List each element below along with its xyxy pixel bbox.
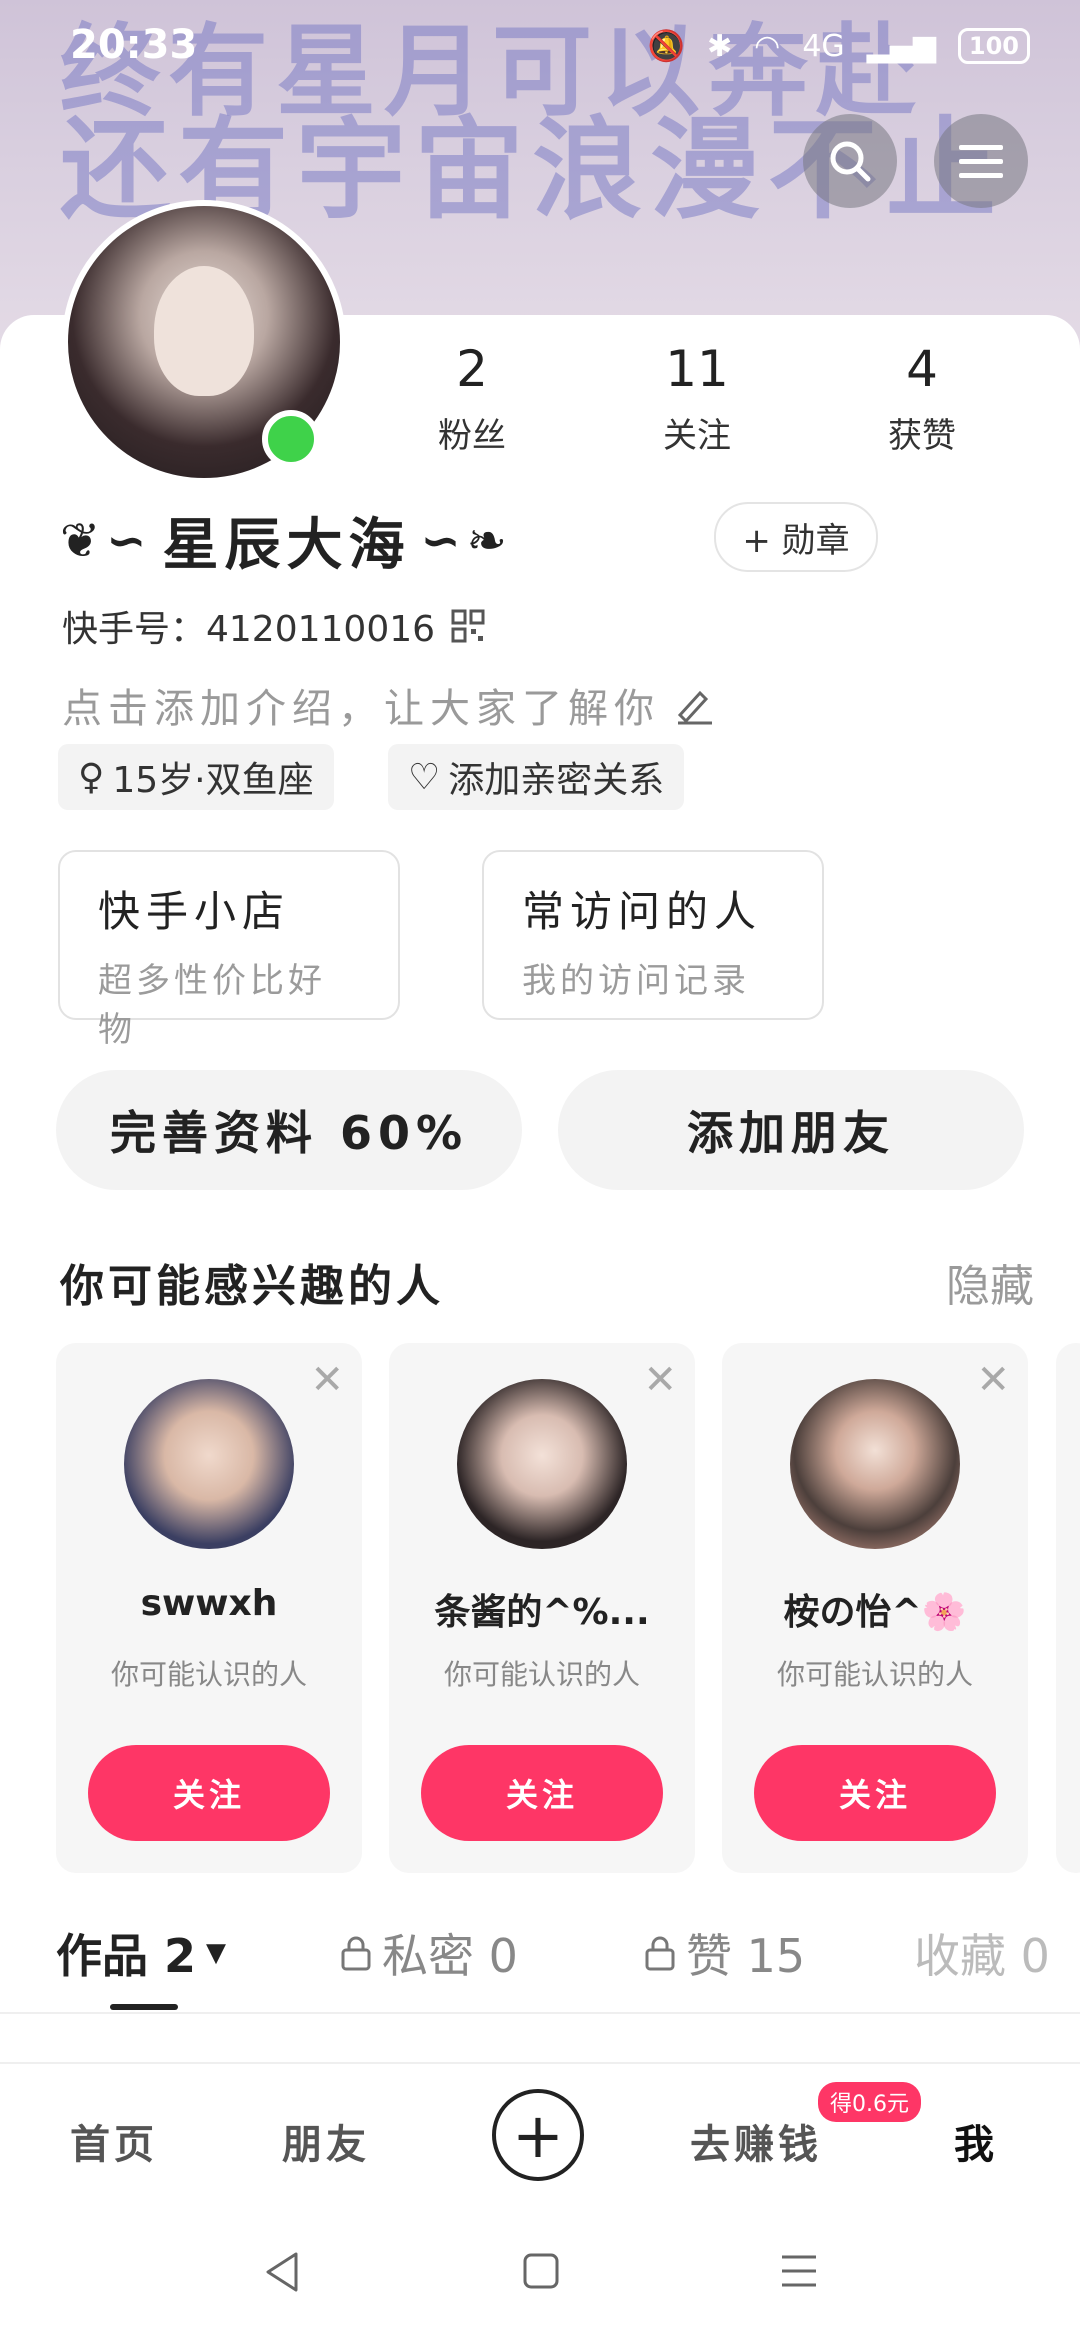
- mute-icon: 🔕: [647, 28, 685, 64]
- feature-title: 常访问的人: [522, 887, 763, 936]
- tab-label: 作品 2: [56, 1929, 197, 1983]
- lock-icon: [645, 1936, 675, 1971]
- stat-following[interactable]: 11 关注: [607, 340, 787, 457]
- stat-value: 4: [906, 340, 938, 398]
- tab-likes[interactable]: 赞 15: [644, 1920, 805, 1986]
- intro-placeholder: 点击添加介绍，让大家了解你: [62, 686, 660, 732]
- stat-value: 11: [665, 340, 729, 398]
- recommend-name: 条酱的^%...: [434, 1592, 650, 1633]
- close-icon[interactable]: ✕: [976, 1357, 1010, 1403]
- follow-button[interactable]: 关注: [754, 1745, 996, 1841]
- follow-button[interactable]: 关注: [88, 1745, 330, 1841]
- caret-down-icon: ▼: [206, 1938, 227, 1968]
- follow-button[interactable]: 关注: [421, 1745, 663, 1841]
- tab-favorites[interactable]: 收藏 0: [914, 1920, 1050, 1986]
- kuaishou-id-row[interactable]: 快手号：4120110016: [62, 600, 485, 652]
- tab-private[interactable]: 私密 0: [340, 1920, 518, 1986]
- tab-label: 收藏 0: [914, 1929, 1050, 1983]
- recommend-card[interactable]: ✕ swwxh 你可能认识的人 关注: [56, 1343, 362, 1873]
- stat-label: 获赞: [888, 416, 956, 456]
- intro-row[interactable]: 点击添加介绍，让大家了解你: [62, 676, 716, 734]
- stat-value: 2: [456, 340, 488, 398]
- recommend-avatar[interactable]: [457, 1379, 627, 1549]
- recommend-card[interactable]: ✕ 桉の怡^🌸 你可能认识的人 关注: [722, 1343, 1028, 1873]
- chip-label: 15岁·双鱼座: [112, 760, 314, 801]
- recommend-avatar[interactable]: [124, 1379, 294, 1549]
- gender-female-icon: ♀: [78, 756, 105, 798]
- earn-badge: 得0.6元: [818, 2082, 921, 2122]
- feature-subtitle: 超多性价比好物: [98, 961, 326, 1050]
- system-nav-bar: [0, 2212, 1080, 2340]
- kuaishou-shop-card[interactable]: 快手小店 超多性价比好物: [58, 850, 400, 1050]
- close-icon[interactable]: ✕: [643, 1357, 677, 1403]
- tab-label: 私密 0: [382, 1929, 518, 1983]
- search-button[interactable]: [803, 114, 897, 208]
- recents-icon[interactable]: [780, 2252, 818, 2290]
- recommend-card-partial[interactable]: [1056, 1343, 1080, 1873]
- recommend-desc: 你可能认识的人: [443, 1658, 640, 1691]
- network-label: 4G: [802, 28, 845, 64]
- lock-icon: [341, 1936, 371, 1971]
- nav-friends[interactable]: 朋友: [282, 2112, 370, 2170]
- decoration-right-icon: ∽❧: [420, 512, 513, 569]
- nav-me[interactable]: 我: [954, 2112, 998, 2170]
- feature-title: 快手小店: [98, 887, 291, 936]
- status-time: 20:33: [70, 22, 198, 68]
- kuaishou-id: 快手号：4120110016: [62, 609, 436, 650]
- chip-label: 添加亲密关系: [448, 760, 665, 801]
- recommend-avatar[interactable]: [790, 1379, 960, 1549]
- menu-icon: [959, 145, 1003, 178]
- recommend-desc: 你可能认识的人: [110, 1658, 307, 1691]
- nav-home[interactable]: 首页: [70, 2112, 158, 2170]
- nickname-row[interactable]: ❦∽ 星辰大海 ∽❧: [60, 500, 513, 581]
- recommend-card[interactable]: ✕ 条酱的^%... 你可能认识的人 关注: [389, 1343, 695, 1873]
- wifi-icon: ◠: [754, 28, 781, 64]
- bottom-nav: 首页 朋友 + 去赚钱 得0.6元 我: [0, 2062, 1080, 2214]
- feature-subtitle: 我的访问记录: [522, 961, 750, 1001]
- recommend-name: swwxh: [140, 1583, 278, 1624]
- recommend-desc: 你可能认识的人: [776, 1658, 973, 1691]
- plus-icon: +: [512, 2098, 564, 2172]
- close-icon[interactable]: ✕: [310, 1357, 344, 1403]
- status-icons: 🔕 ✱ ◠ 4G ▂▄▆ 100: [648, 28, 1030, 64]
- complete-profile-button[interactable]: 完善资料 60%: [56, 1070, 522, 1190]
- bluetooth-icon: ✱: [707, 28, 733, 64]
- decoration-left-icon: ❦∽: [60, 512, 153, 569]
- nav-earn[interactable]: 去赚钱: [690, 2112, 822, 2170]
- add-friend-button[interactable]: 添加朋友: [558, 1070, 1024, 1190]
- home-square-icon[interactable]: [522, 2252, 560, 2290]
- online-status-dot: [262, 410, 320, 468]
- avatar-face: [154, 266, 254, 396]
- add-relationship-chip[interactable]: ♡ 添加亲密关系: [388, 744, 685, 810]
- stat-label: 粉丝: [438, 416, 506, 456]
- tab-label: 赞 15: [686, 1929, 806, 1983]
- recommend-name: 桉の怡^🌸: [783, 1592, 967, 1633]
- recommend-title: 你可能感兴趣的人: [60, 1261, 444, 1312]
- stat-likes[interactable]: 4 获赞: [832, 340, 1012, 457]
- hearts-icon: ♡: [408, 756, 441, 798]
- hide-recommend-link[interactable]: 隐藏: [946, 1250, 1034, 1314]
- menu-button[interactable]: [934, 114, 1028, 208]
- stat-followers[interactable]: 2 粉丝: [382, 340, 562, 457]
- qrcode-icon[interactable]: [451, 609, 485, 643]
- edit-icon: [677, 690, 712, 725]
- tab-works[interactable]: 作品 2 ▼: [56, 1920, 226, 1986]
- signal-icon: ▂▄▆: [866, 28, 936, 64]
- battery-icon: 100: [957, 28, 1030, 64]
- stat-label: 关注: [663, 416, 731, 456]
- status-bar: 20:33 🔕 ✱ ◠ 4G ▂▄▆ 100: [0, 0, 1080, 96]
- back-icon[interactable]: [262, 2250, 302, 2294]
- search-icon: [830, 141, 871, 182]
- tab-active-indicator: [110, 2004, 178, 2010]
- tab-divider: [0, 2012, 1080, 2014]
- create-button[interactable]: +: [492, 2089, 584, 2181]
- age-zodiac-chip[interactable]: ♀ 15岁·双鱼座: [58, 744, 334, 810]
- nickname: 星辰大海: [162, 513, 411, 578]
- visitors-card[interactable]: 常访问的人 我的访问记录: [482, 850, 824, 1020]
- add-badge-button[interactable]: + 勋章: [714, 502, 878, 572]
